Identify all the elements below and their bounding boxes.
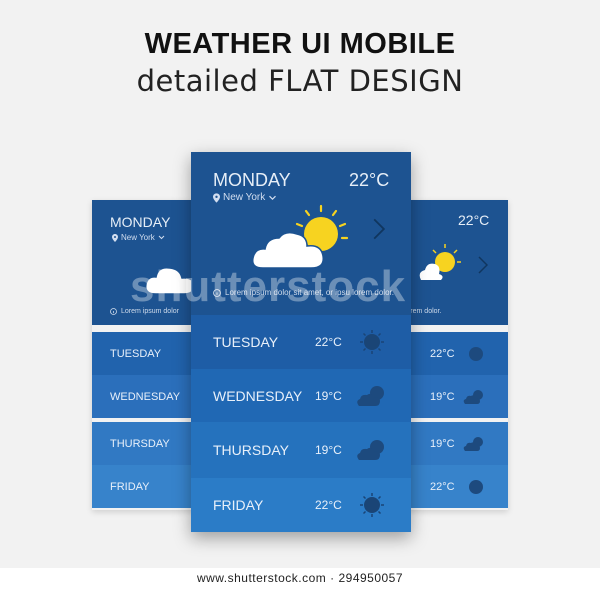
left-location-selector[interactable]: New York <box>112 233 165 242</box>
right-forecast-temp: 19°C <box>430 390 455 403</box>
left-forecast-day: THURSDAY <box>110 437 170 450</box>
sun-icon <box>360 330 384 354</box>
left-location-name: New York <box>121 233 155 242</box>
left-forecast-day: WEDNESDAY <box>110 390 181 403</box>
next-day-chevron-icon[interactable] <box>373 218 385 240</box>
forecast-row-thursday[interactable]: THURSDAY 19°C <box>191 422 411 478</box>
forecast-day: FRIDAY <box>213 497 264 513</box>
main-phone-screen: MONDAY 22°C New York Lorem ipsum dolor s… <box>191 152 411 532</box>
watermark: shutterstock <box>130 262 407 311</box>
sun-cloud-icon <box>463 389 483 404</box>
location-pin-icon <box>213 192 220 203</box>
right-sun-cloud-icon <box>419 244 461 280</box>
subheadline: detailed FLAT DESIGN <box>136 64 464 98</box>
forecast-day: TUESDAY <box>213 334 279 350</box>
sun-cloud-icon <box>357 440 384 460</box>
right-current-temperature: 22°C <box>458 212 490 228</box>
forecast-temp: 22°C <box>315 335 342 349</box>
left-day-label: MONDAY <box>110 214 171 230</box>
right-next-chevron-icon[interactable] <box>478 256 488 274</box>
left-forecast-day: TUESDAY <box>110 347 162 360</box>
forecast-day: WEDNESDAY <box>213 387 303 404</box>
current-day-label: MONDAY <box>213 170 291 190</box>
chevron-down-icon <box>269 195 277 200</box>
sun-icon <box>360 493 384 517</box>
forecast-row-friday[interactable]: FRIDAY 22°C <box>191 478 411 532</box>
headline: WEATHER UI MOBILE <box>144 28 456 60</box>
info-icon <box>110 308 117 315</box>
right-forecast-temp: 22°C <box>430 347 455 360</box>
sun-cloud-icon <box>463 436 483 451</box>
location-pin-icon <box>112 233 118 242</box>
forecast-temp: 22°C <box>315 498 342 512</box>
footer-credit: www.shutterstock.com · 294950057 <box>0 568 600 589</box>
forecast-day: THURSDAY <box>213 442 289 458</box>
chevron-down-icon <box>158 235 165 240</box>
left-forecast-day: FRIDAY <box>110 480 150 493</box>
sun-icon <box>469 479 483 494</box>
forecast-temp: 19°C <box>315 388 342 403</box>
artboard: WEATHER UI MOBILE detailed FLAT DESIGN M… <box>0 0 600 568</box>
sun-icon <box>469 346 483 361</box>
right-forecast-temp: 19°C <box>430 437 455 450</box>
forecast-row-tuesday[interactable]: TUESDAY 22°C <box>191 315 411 369</box>
right-forecast-temp: 22°C <box>430 480 455 493</box>
forecast-row-wednesday[interactable]: WEDNESDAY 19°C <box>191 369 411 422</box>
sun-cloud-icon <box>357 385 384 406</box>
current-temperature: 22°C <box>349 170 390 190</box>
forecast-temp: 19°C <box>315 443 342 457</box>
